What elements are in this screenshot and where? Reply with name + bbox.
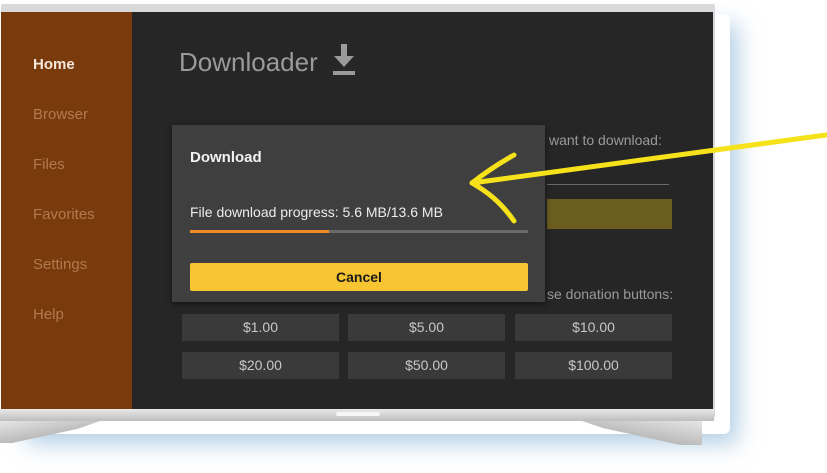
sidebar-item-settings[interactable]: Settings	[33, 256, 87, 273]
cancel-button[interactable]: Cancel	[190, 263, 528, 291]
progress-bar-fill	[190, 230, 329, 233]
annotation-arrow	[469, 132, 827, 224]
page-title: Downloader	[179, 47, 318, 77]
progress-text: File download progress: 5.6 MB/13.6 MB	[190, 204, 443, 220]
donation-prompt-label: se donation buttons:	[547, 286, 674, 302]
dialog-title: Download	[190, 149, 262, 166]
donate-button-10[interactable]: $10.00	[515, 314, 672, 341]
sidebar-item-help[interactable]: Help	[33, 306, 64, 323]
tv-logo-strip	[336, 412, 380, 416]
sidebar-item-browser[interactable]: Browser	[33, 106, 88, 123]
donate-button-100[interactable]: $100.00	[515, 352, 672, 379]
sidebar: Home Browser Files Favorites Settings He…	[1, 12, 132, 413]
sidebar-item-favorites[interactable]: Favorites	[33, 206, 95, 223]
sidebar-item-files[interactable]: Files	[33, 156, 65, 173]
donate-button-20[interactable]: $20.00	[182, 352, 339, 379]
donate-button-5[interactable]: $5.00	[348, 314, 505, 341]
donate-button-1[interactable]: $1.00	[182, 314, 339, 341]
sidebar-item-home[interactable]: Home	[33, 56, 75, 73]
donate-button-50[interactable]: $50.00	[348, 352, 505, 379]
download-icon	[333, 44, 355, 75]
